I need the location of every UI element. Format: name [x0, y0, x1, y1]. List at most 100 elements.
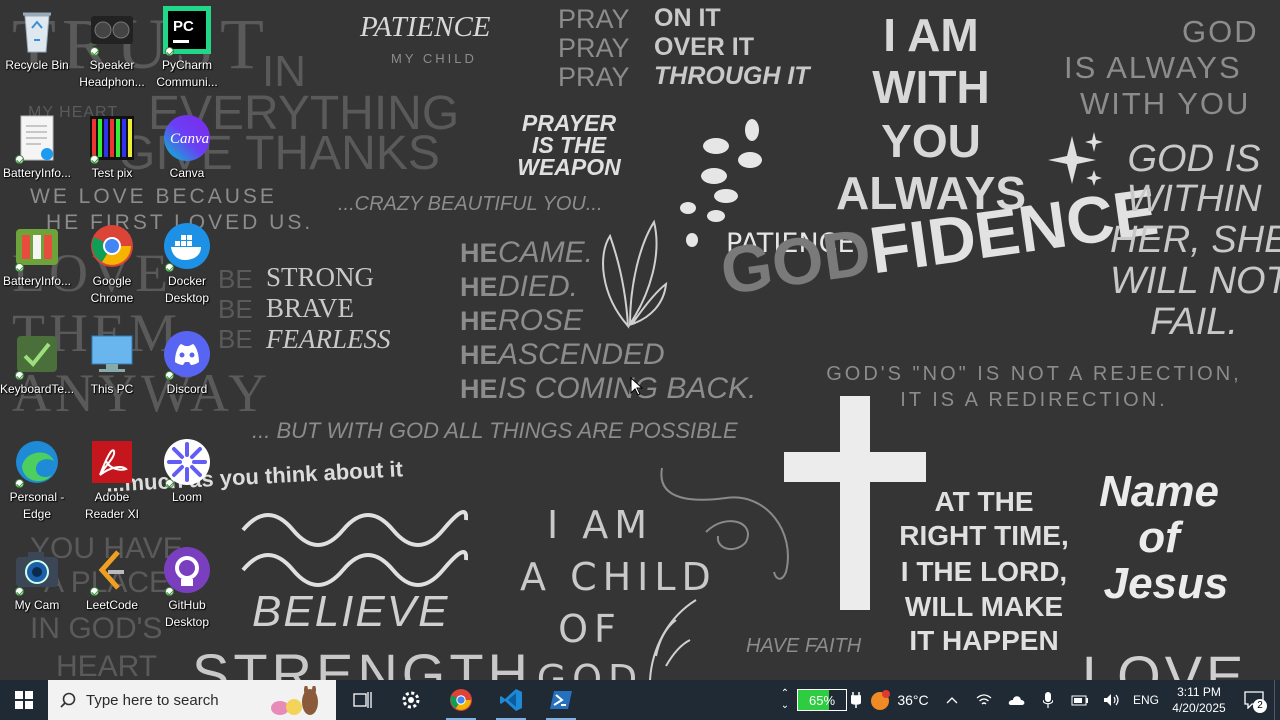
wallpaper-within-3: HER, SHE — [1110, 219, 1280, 261]
wifi-icon — [976, 694, 992, 705]
taskbar-vscode[interactable] — [486, 680, 536, 720]
cloud-icon — [1008, 696, 1025, 705]
leaf-drawing — [602, 219, 668, 329]
desktop-icon-label: Canva — [169, 166, 205, 180]
wallpaper-rose: ROSE — [498, 304, 584, 337]
easter-search-highlight-icon — [271, 686, 318, 715]
leetcode-icon — [88, 546, 136, 596]
wallpaper-prayer-3: WEAPON — [517, 154, 621, 180]
desktop-icon-discord[interactable]: Discord — [150, 328, 224, 432]
desktop-icon-this-pc[interactable]: This PC — [75, 328, 149, 432]
desktop-icon-test-pix[interactable]: Test pix — [75, 112, 149, 216]
test-pix-icon — [88, 114, 136, 164]
chevron-up-icon[interactable]: ⌃ — [781, 688, 789, 700]
taskbar-powershell[interactable] — [536, 680, 586, 720]
svg-text:Canva: Canva — [170, 131, 209, 147]
chevron-down-icon[interactable]: ⌄ — [781, 700, 789, 712]
cross-vertical — [840, 396, 870, 610]
volume-button[interactable] — [1096, 680, 1128, 720]
desktop-icon-recycle-bin[interactable]: Recycle Bin — [0, 4, 74, 108]
desktop-icon-my-cam[interactable]: My Cam — [0, 544, 74, 648]
taskbar-chrome[interactable] — [436, 680, 486, 720]
canva-icon: Canva — [163, 114, 211, 162]
desktop-icon-canva[interactable]: Canva Canva — [150, 112, 224, 216]
desktop-icon-label: Adobe Reader XI — [84, 490, 140, 521]
taskbar-scroll-buttons[interactable]: ⌃ ⌄ — [774, 680, 796, 720]
powershell-icon — [550, 691, 572, 709]
battery-tray-button[interactable] — [1064, 680, 1096, 720]
desktop-icon-loom[interactable]: Loom — [150, 436, 224, 540]
wallpaper-strength: STRENGTH — [192, 642, 532, 681]
wallpaper-god-always-1: GOD — [1182, 14, 1259, 49]
battery-percent: 65% — [808, 693, 836, 708]
wallpaper-child-3: OF — [558, 607, 622, 651]
desktop-icon-batteryinfo-doc[interactable]: BatteryInfo... — [0, 112, 74, 216]
wallpaper-he-5: HE — [460, 374, 498, 404]
desktop-icon-keyboardtest[interactable]: KeyboardTe... — [0, 328, 74, 432]
battery-info-icon — [13, 222, 61, 272]
desktop-icon-google-chrome[interactable]: Google Chrome — [75, 220, 149, 324]
onedrive-button[interactable] — [1000, 680, 1032, 720]
microphone-button[interactable] — [1032, 680, 1064, 720]
task-view-button[interactable] — [338, 680, 386, 720]
battery-indicator[interactable]: 65% — [796, 680, 862, 720]
weather-widget[interactable]: 36°C — [862, 680, 936, 720]
clock[interactable]: 3:11 PM 4/20/2025 — [1164, 680, 1234, 720]
vscode-icon — [500, 689, 522, 711]
desktop-icon-leetcode[interactable]: LeetCode — [75, 544, 149, 648]
desktop-icon-github[interactable]: GitHub Desktop — [150, 544, 224, 648]
wallpaper-pray-3: PRAY — [558, 62, 630, 92]
clock-time: 3:11 PM — [1177, 685, 1221, 699]
notification-center-button[interactable]: 2 — [1234, 680, 1274, 720]
desktop-icon-batteryinfo[interactable]: BatteryInfo... — [0, 220, 74, 324]
show-desktop-button[interactable] — [1274, 680, 1280, 720]
show-hidden-icons-button[interactable] — [936, 680, 968, 720]
wallpaper-right-time-3: I THE LORD, — [900, 556, 1068, 587]
desktop-icon-edge[interactable]: Personal - Edge — [0, 436, 74, 540]
wallpaper-have-faith: HAVE FAITH — [746, 635, 862, 657]
task-view-icon — [353, 692, 372, 708]
wallpaper-within-2: WITHIN — [1126, 178, 1262, 220]
wallpaper-pray-2: PRAY — [558, 33, 630, 63]
desktop-icon-pycharm[interactable]: PC PyCharm Communi... — [150, 4, 224, 108]
speaker-volume-icon — [1104, 694, 1119, 706]
desktop-icon-speaker-headphones[interactable]: Speaker Headphon... — [75, 4, 149, 108]
wallpaper-he-1: HE — [460, 238, 498, 268]
taskbar-settings[interactable] — [386, 680, 436, 720]
cross-horizontal — [784, 452, 926, 482]
wallpaper-he-4: HE — [460, 340, 498, 370]
network-button[interactable] — [968, 680, 1000, 720]
wheat-drawing — [649, 599, 697, 680]
desktop-icon-label: LeetCode — [85, 598, 139, 612]
wallpaper-strong: STRONG — [266, 262, 375, 292]
desktop-icon-label: Test pix — [91, 166, 133, 180]
desktop-icon-label: Loom — [171, 490, 203, 504]
loom-icon — [163, 438, 211, 488]
wallpaper-with-you-1: I AM — [883, 9, 979, 61]
desktop-icon-docker[interactable]: Docker Desktop — [150, 220, 224, 324]
notification-badge: 2 — [1253, 699, 1267, 713]
plug-icon — [851, 692, 861, 708]
desktop-icon-label: My Cam — [14, 598, 60, 612]
weather-temperature: 36°C — [897, 692, 929, 708]
language-indicator[interactable]: ENG — [1128, 680, 1164, 720]
wallpaper-fearless: FEARLESS — [266, 324, 391, 354]
search-icon — [60, 692, 76, 708]
wallpaper-child-4: GOD — [536, 657, 644, 680]
wallpaper-he-3: HE — [460, 306, 498, 336]
chrome-icon — [450, 689, 472, 711]
wallpaper-jesus-1: Name — [1099, 467, 1219, 516]
taskbar-search-box[interactable]: Type here to search — [48, 680, 336, 720]
desktop-icon-adobe-reader[interactable]: Adobe Reader XI — [75, 436, 149, 540]
start-button[interactable] — [0, 680, 48, 720]
mouse-cursor-icon — [630, 377, 644, 396]
wallpaper-within-1: GOD IS — [1127, 138, 1261, 180]
wallpaper-but-with-god: ... BUT WITH GOD ALL THINGS ARE POSSIBLE — [252, 418, 738, 443]
desktop-icon-label: PyCharm Communi... — [156, 58, 218, 89]
chrome-icon — [88, 222, 136, 270]
github-icon — [163, 546, 211, 596]
wallpaper-my-child: MY CHILD — [391, 51, 477, 66]
wallpaper-right-time-2: RIGHT TIME, — [899, 520, 1069, 551]
wallpaper-love-bottom: LOVE — [1082, 644, 1248, 681]
wallpaper-heart: HEART — [56, 650, 158, 681]
